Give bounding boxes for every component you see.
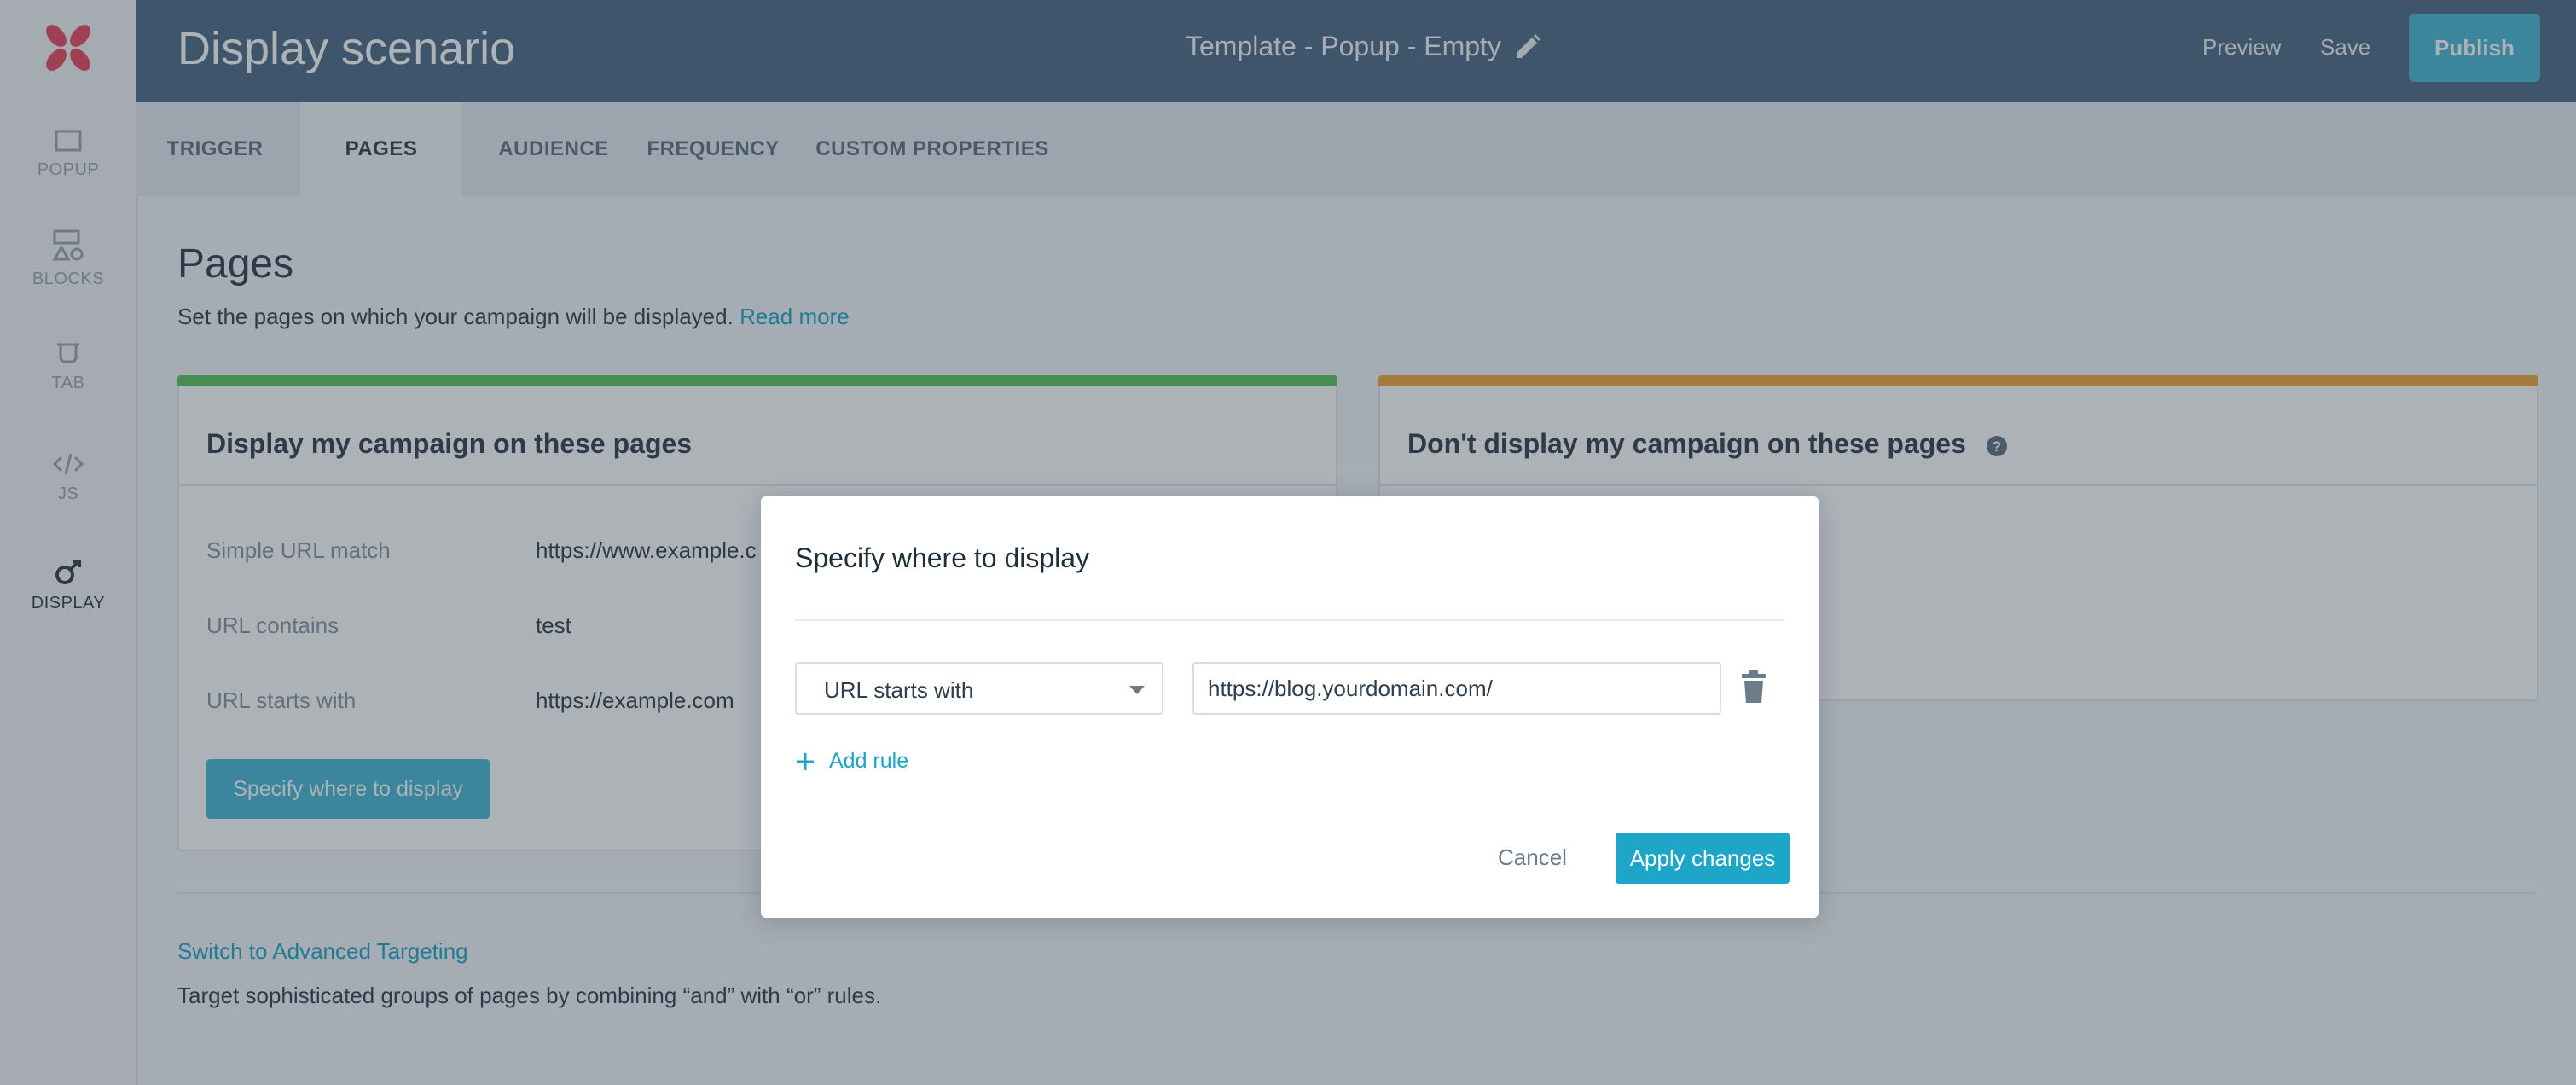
apply-changes-button[interactable]: Apply changes <box>1616 833 1790 884</box>
trash-icon[interactable] <box>1740 670 1767 705</box>
caret-down-icon <box>1129 686 1145 694</box>
modal-divider <box>795 619 1784 621</box>
specify-display-modal: Specify where to display URL starts with… <box>761 496 1819 918</box>
add-rule-label: Add rule <box>829 749 909 773</box>
plus-icon <box>797 752 814 770</box>
add-rule-button[interactable]: Add rule <box>795 749 908 774</box>
rule-url-input[interactable] <box>1192 662 1721 715</box>
rule-type-select[interactable]: URL starts with <box>795 662 1163 715</box>
rule-type-value: URL starts with <box>824 677 974 703</box>
cancel-button[interactable]: Cancel <box>1498 844 1567 871</box>
modal-title: Specify where to display <box>795 542 1090 573</box>
